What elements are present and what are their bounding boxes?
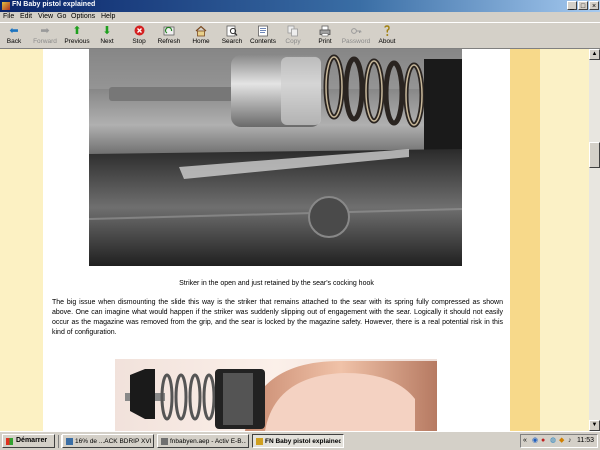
maximize-button[interactable]: □ (578, 1, 588, 10)
print-icon (319, 25, 331, 37)
network-icon[interactable]: ◉ (532, 437, 539, 445)
app-icon (2, 2, 10, 10)
task-button-fn-baby[interactable]: FN Baby pistol explained (252, 434, 344, 448)
start-button[interactable]: Démarrer (2, 434, 55, 448)
security-icon[interactable]: ● (541, 437, 548, 445)
previous-button[interactable]: ⬆ Previous (63, 24, 91, 49)
refresh-icon (163, 25, 175, 37)
next-button[interactable]: ⬇ Next (97, 24, 117, 49)
forward-button[interactable]: ➡ Forward (31, 24, 59, 49)
menu-view[interactable]: View (38, 13, 53, 20)
system-tray: « ◉ ● ◍ ◆ ♪ 11:53 (520, 434, 598, 448)
download-app-icon (66, 438, 73, 445)
home-button[interactable]: Home (190, 24, 212, 49)
close-button[interactable]: × (589, 1, 599, 10)
up-arrow-icon: ⬆ (72, 25, 82, 37)
menu-edit[interactable]: Edit (20, 13, 32, 20)
task-button-editor[interactable]: fnbabyen.aep - Activ E-B... (157, 434, 249, 448)
tray-expand-icon[interactable]: « (523, 437, 530, 445)
clock: 11:53 (577, 437, 594, 444)
editor-app-icon (161, 438, 168, 445)
toolbar: ⬅ Back ➡ Forward ⬆ Previous ⬇ Next Stop … (0, 22, 600, 49)
minimize-button[interactable]: _ (567, 1, 577, 10)
menu-options[interactable]: Options (71, 13, 95, 20)
search-button[interactable]: Search (220, 24, 244, 49)
menu-bar: File Edit View Go Options Help (0, 12, 600, 22)
menu-file[interactable]: File (3, 13, 14, 20)
menu-go[interactable]: Go (57, 13, 66, 20)
refresh-button[interactable]: Refresh (156, 24, 182, 49)
task-button-download[interactable]: 16% de ...ACK BDRIP XVI... (62, 434, 154, 448)
menu-help[interactable]: Help (101, 13, 115, 20)
messenger-icon[interactable]: ◍ (550, 437, 557, 445)
copy-icon (287, 25, 299, 37)
antivirus-icon[interactable]: ◆ (559, 437, 566, 445)
password-icon (350, 25, 362, 37)
stop-button[interactable]: Stop (128, 24, 150, 49)
back-arrow-icon: ⬅ (9, 25, 19, 37)
about-button[interactable]: About (376, 24, 398, 49)
taskbar: Démarrer 16% de ...ACK BDRIP XVI... fnba… (0, 431, 600, 450)
volume-icon[interactable]: ♪ (568, 437, 575, 445)
print-button[interactable]: Print (316, 24, 334, 49)
forward-arrow-icon: ➡ (40, 25, 50, 37)
page-body: Striker in the open and just retained by… (43, 49, 510, 431)
finger-striker-photo (115, 359, 437, 431)
windows-logo-icon (6, 438, 13, 445)
ebook-app-icon (256, 438, 263, 445)
about-icon (381, 25, 393, 37)
down-arrow-icon: ⬇ (102, 25, 112, 37)
scroll-down-button[interactable]: ▼ (589, 420, 600, 431)
password-button[interactable]: Password (340, 24, 372, 49)
stop-icon (133, 25, 145, 37)
content-area: Striker in the open and just retained by… (0, 49, 589, 431)
right-margin (540, 49, 589, 431)
contents-icon (257, 25, 269, 37)
copy-button[interactable]: Copy (284, 24, 302, 49)
back-button[interactable]: ⬅ Back (3, 24, 25, 49)
title-bar: FN Baby pistol explained _ □ × (0, 0, 600, 12)
right-decorative-band (510, 49, 540, 431)
scroll-up-button[interactable]: ▲ (589, 49, 600, 60)
photo-caption: Striker in the open and just retained by… (179, 280, 374, 287)
body-paragraph: The big issue when dismounting the slide… (52, 299, 503, 336)
vertical-scrollbar[interactable]: ▲ ▼ (589, 49, 600, 431)
home-icon (195, 25, 207, 37)
scroll-thumb[interactable] (589, 142, 600, 168)
left-margin (0, 49, 43, 431)
search-icon (226, 25, 238, 37)
contents-button[interactable]: Contents (248, 24, 278, 49)
striker-photo (89, 49, 462, 266)
window-title: FN Baby pistol explained (12, 1, 96, 8)
